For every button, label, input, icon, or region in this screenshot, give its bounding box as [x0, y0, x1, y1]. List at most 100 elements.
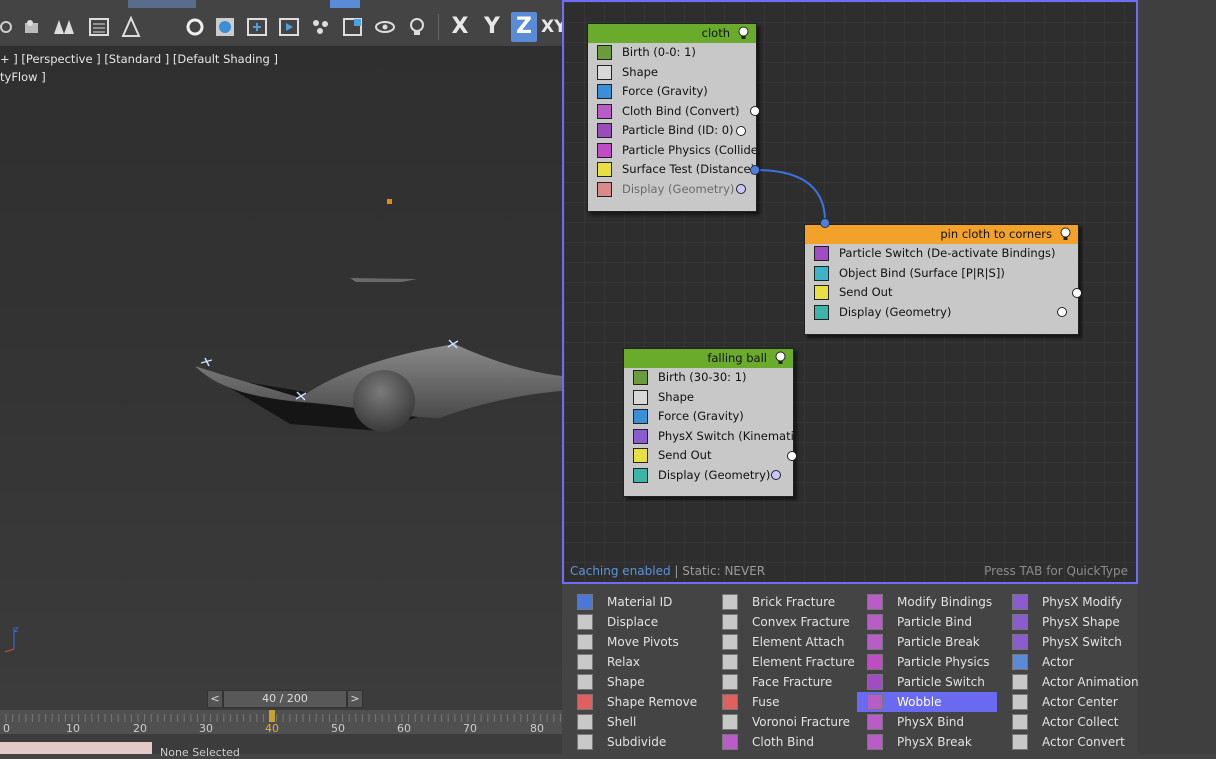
perspective-viewport[interactable]: z + ] [Perspective ] [Standard ] [Defaul…	[0, 46, 562, 684]
palette-item[interactable]: PhysX Break	[857, 732, 997, 752]
palette-item[interactable]: Actor Convert	[1002, 732, 1142, 752]
palette-item[interactable]: Wobble	[857, 692, 997, 712]
operator-row[interactable]: Force (Gravity)	[624, 407, 793, 427]
operator-row[interactable]: Shape	[624, 388, 793, 408]
operator-row[interactable]: Send Out	[624, 446, 793, 466]
event-node-pin-cloth-to-corners[interactable]: pin cloth to corners Particle Switch (De…	[804, 224, 1079, 335]
particle-bind-output-port[interactable]	[736, 126, 746, 136]
palette-item[interactable]: Fuse	[712, 692, 852, 712]
operator-row[interactable]: Surface Test (Distance)	[588, 160, 756, 180]
palette-item[interactable]: Material ID	[567, 592, 707, 612]
display-toggle-port[interactable]	[736, 184, 746, 194]
camera-icon[interactable]	[22, 16, 44, 38]
operator-row[interactable]: Display (Geometry)	[588, 180, 756, 200]
caching-status[interactable]: Caching enabled	[570, 564, 671, 578]
trees-icon[interactable]	[54, 16, 76, 38]
material-editor-icon[interactable]	[214, 16, 236, 38]
viewport-label[interactable]: + ] [Perspective ] [Standard ] [Default …	[0, 52, 278, 66]
pin-cloth-input-port[interactable]	[820, 218, 830, 228]
palette-item[interactable]: Displace	[567, 612, 707, 632]
palette-item[interactable]: Element Attach	[712, 632, 852, 652]
light-bulb-icon[interactable]	[1059, 227, 1072, 241]
render-setup-icon[interactable]	[246, 16, 268, 38]
display-toggle-port[interactable]	[771, 470, 781, 480]
viewport-sublabel[interactable]: tyFlow ]	[0, 70, 46, 84]
axis-x-button[interactable]: X	[447, 12, 473, 42]
palette-item[interactable]: Relax	[567, 652, 707, 672]
event-node-cloth[interactable]: cloth Birth (0-0: 1) Shape Force (Gravity)…	[587, 23, 757, 212]
palette-item[interactable]: Modify Bindings	[857, 592, 997, 612]
palette-item[interactable]: PhysX Switch	[1002, 632, 1142, 652]
light-bulb-icon[interactable]	[774, 351, 787, 365]
operator-row[interactable]: Birth (30-30: 1)	[624, 368, 793, 388]
event-header[interactable]: pin cloth to corners	[805, 225, 1078, 244]
actor-convert-icon	[1012, 734, 1028, 750]
list-icon[interactable]	[88, 16, 110, 38]
palette-item[interactable]: Particle Bind	[857, 612, 997, 632]
prev-frame-button[interactable]: <	[207, 690, 223, 708]
operator-row[interactable]: Birth (0-0: 1)	[588, 43, 756, 63]
palette-item[interactable]: Voronoi Fracture	[712, 712, 852, 732]
palette-item[interactable]: Shell	[567, 712, 707, 732]
viewport-icon[interactable]	[342, 16, 364, 38]
event-node-falling-ball[interactable]: falling ball Birth (30-30: 1) Shape Force …	[623, 348, 794, 497]
operator-row[interactable]: Display (Geometry)	[624, 466, 793, 486]
send-out-output-port[interactable]	[787, 451, 797, 461]
palette-item[interactable]: Particle Break	[857, 632, 997, 652]
axis-y-button[interactable]: Y	[479, 12, 505, 42]
palette-item[interactable]: PhysX Modify	[1002, 592, 1142, 612]
palette-item[interactable]: Brick Fracture	[712, 592, 852, 612]
palette-item[interactable]: Move Pivots	[567, 632, 707, 652]
surface-test-output-port[interactable]	[750, 165, 760, 175]
send-out-output-port[interactable]	[1072, 288, 1082, 298]
operator-row[interactable]: PhysX Switch (Kinematic)	[624, 427, 793, 447]
time-slider[interactable]: 40 / 200	[223, 690, 347, 708]
light-bulb-icon[interactable]	[406, 16, 428, 38]
palette-item[interactable]: Face Fracture	[712, 672, 852, 692]
palette-item[interactable]: Actor	[1002, 652, 1142, 672]
actor-icon	[1012, 654, 1028, 670]
display-toggle-port[interactable]	[1057, 307, 1067, 317]
event-header[interactable]: falling ball	[624, 349, 793, 368]
eye-icon[interactable]	[374, 16, 396, 38]
palette-item[interactable]: Cloth Bind	[712, 732, 852, 752]
palette-item[interactable]: Shape	[567, 672, 707, 692]
palette-item[interactable]: Element Fracture	[712, 652, 855, 672]
next-frame-button[interactable]: >	[347, 690, 363, 708]
palette-item[interactable]: PhysX Shape	[1002, 612, 1142, 632]
cloth-bind-output-port[interactable]	[750, 106, 760, 116]
palette-item[interactable]: Subdivide	[567, 732, 707, 752]
operator-row[interactable]: Send Out	[805, 283, 1078, 303]
particle-view-icon[interactable]	[310, 16, 332, 38]
maxscript-listener[interactable]	[0, 742, 152, 754]
subdivide-icon	[577, 734, 593, 750]
operator-row[interactable]: Cloth Bind (Convert)	[588, 102, 756, 122]
align-icon[interactable]	[120, 16, 142, 38]
refresh-icon[interactable]	[184, 16, 206, 38]
axis-z-button[interactable]: Z	[511, 12, 537, 42]
palette-item[interactable]: Actor Collect	[1002, 712, 1142, 732]
operator-row[interactable]: Object Bind (Surface [P|R|S])	[805, 264, 1078, 284]
palette-item[interactable]: PhysX Bind	[857, 712, 997, 732]
render-frame-icon[interactable]	[278, 16, 300, 38]
palette-item[interactable]: Shape Remove	[567, 692, 707, 712]
light-bulb-icon[interactable]	[737, 26, 750, 40]
track-bar[interactable]: 0 10 20 30 40 50 60 70 80	[0, 710, 562, 735]
operator-row[interactable]: Particle Switch (De-activate Bindings)	[805, 244, 1078, 264]
tyflow-editor[interactable]: cloth Birth (0-0: 1) Shape Force (Gravity)…	[562, 0, 1138, 584]
operator-label: PhysX Switch (Kinematic)	[658, 428, 793, 443]
snap-icon[interactable]	[0, 16, 22, 38]
operator-row[interactable]: Display (Geometry)	[805, 303, 1078, 323]
palette-item[interactable]: Actor Center	[1002, 692, 1142, 712]
toolbar-top-dropdown[interactable]	[128, 0, 196, 8]
palette-item[interactable]: Convex Fracture	[712, 612, 852, 632]
palette-item[interactable]: Particle Physics	[857, 652, 997, 672]
operator-row[interactable]: Particle Physics (Collide...	[588, 141, 756, 161]
palette-item[interactable]: Actor Animation	[1002, 672, 1142, 692]
toolbar-top-active-button[interactable]	[330, 0, 360, 8]
palette-item[interactable]: Particle Switch	[857, 672, 997, 692]
operator-row[interactable]: Shape	[588, 63, 756, 83]
operator-row[interactable]: Particle Bind (ID: 0)	[588, 121, 756, 141]
operator-row[interactable]: Force (Gravity)	[588, 82, 756, 102]
event-header[interactable]: cloth	[588, 24, 756, 43]
